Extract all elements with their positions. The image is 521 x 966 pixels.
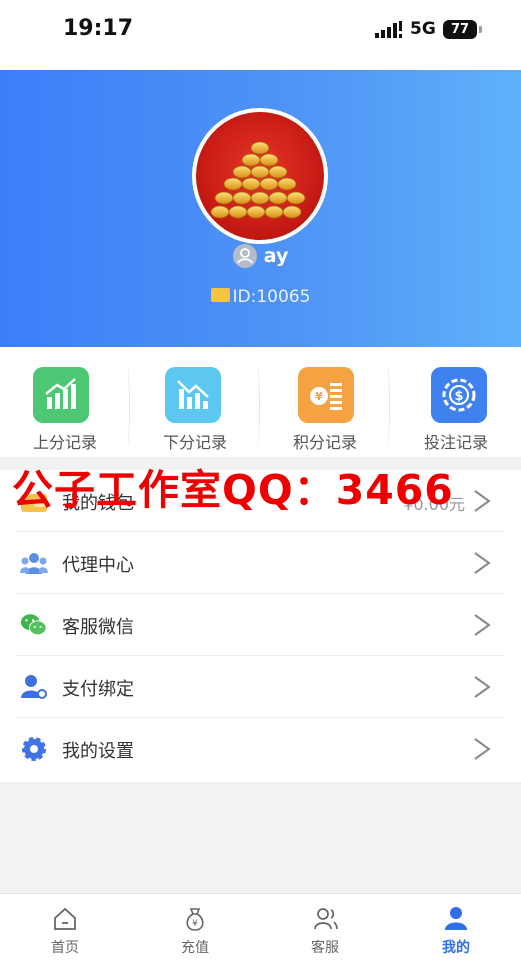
gold-ingots-icon xyxy=(210,141,306,219)
money-bag-icon: ¥ xyxy=(186,908,204,931)
user-id-row: ID:10065 xyxy=(0,287,521,307)
menu-item-label: 支付绑定 xyxy=(62,679,134,700)
payment-bind-icon xyxy=(21,675,47,699)
coin-list-icon: ¥ xyxy=(298,367,354,423)
menu-item-label: 我的设置 xyxy=(62,741,134,762)
quick-action-label: 积分记录 xyxy=(292,433,357,452)
chevron-right-icon xyxy=(474,614,491,636)
bottom-tab-bar: 首页 ¥ 充值 客服 我的 xyxy=(0,893,521,966)
chevron-right-icon xyxy=(474,552,491,574)
home-indicator-area xyxy=(0,960,521,966)
menu-item-support-wechat[interactable]: 客服微信 xyxy=(0,594,521,656)
battery-nub xyxy=(479,26,482,33)
status-bar: 19:17 5G 77 xyxy=(0,0,521,70)
quick-action-bet-records[interactable]: $ 投注记录 xyxy=(391,347,521,457)
tab-label: 充值 xyxy=(181,940,209,956)
tab-label: 客服 xyxy=(311,940,339,956)
user-id: ID:10065 xyxy=(232,287,311,307)
divider xyxy=(384,365,390,447)
cellular-signal-icon xyxy=(375,21,402,38)
quick-action-label: 上分记录 xyxy=(32,433,97,452)
username: ay xyxy=(263,245,289,267)
watermark-text: 公子工作室QQ：3466 xyxy=(12,466,454,510)
chevron-right-icon xyxy=(474,738,491,760)
svg-text:$: $ xyxy=(454,389,463,404)
quick-action-label: 下分记录 xyxy=(162,433,227,452)
quick-actions: 上分记录 下分记录 ¥ 积分记录 $ 投注记录 xyxy=(0,347,521,457)
network-type: 5G xyxy=(410,19,436,39)
id-badge-icon xyxy=(210,288,230,302)
tab-label: 我的 xyxy=(442,940,470,956)
profile-icon xyxy=(445,907,467,930)
menu-item-label: 代理中心 xyxy=(62,555,134,576)
home-icon xyxy=(54,907,76,930)
chevron-right-icon xyxy=(474,676,491,698)
tab-label: 首页 xyxy=(51,940,79,956)
wechat-icon xyxy=(20,614,47,636)
quick-action-points-records[interactable]: ¥ 积分记录 xyxy=(260,347,390,457)
status-time: 19:17 xyxy=(63,16,134,41)
tab-my-profile[interactable]: 我的 xyxy=(391,894,521,966)
tab-recharge[interactable]: ¥ 充值 xyxy=(130,894,260,966)
chart-up-icon xyxy=(33,367,89,423)
menu-item-agent-center[interactable]: 代理中心 xyxy=(0,532,521,594)
svg-text:¥: ¥ xyxy=(192,919,198,929)
chart-down-icon xyxy=(165,367,221,423)
svg-text:¥: ¥ xyxy=(315,390,323,403)
quick-action-deposit-records[interactable]: 上分记录 xyxy=(0,347,130,457)
menu-item-settings[interactable]: 我的设置 xyxy=(0,718,521,780)
menu-item-label: 客服微信 xyxy=(62,617,134,638)
chip-icon: $ xyxy=(431,367,487,423)
avatar[interactable] xyxy=(192,108,328,244)
quick-action-withdraw-records[interactable]: 下分记录 xyxy=(130,347,260,457)
tab-home[interactable]: 首页 xyxy=(0,894,130,966)
tab-customer-service[interactable]: 客服 xyxy=(260,894,390,966)
agents-icon xyxy=(20,553,48,574)
user-icon xyxy=(232,244,257,268)
profile-header: ay ID:10065 xyxy=(0,70,521,347)
gold-ingots-image xyxy=(196,112,324,240)
battery-icon: 77 xyxy=(443,20,477,39)
menu-item-payment-binding[interactable]: 支付绑定 xyxy=(0,656,521,718)
username-row: ay xyxy=(0,244,521,272)
menu-list: 我的钱包 ¥0.00元 代理中心 客服微信 支付绑定 我的设置 xyxy=(0,470,521,782)
settings-gear-icon xyxy=(22,737,46,761)
quick-action-label: 投注记录 xyxy=(423,433,488,452)
customer-service-icon xyxy=(314,908,338,930)
